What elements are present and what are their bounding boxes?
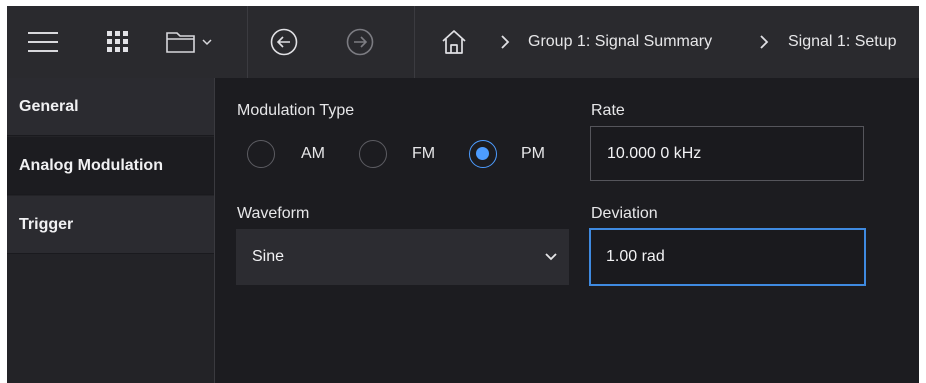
radio-am-label[interactable]: AM [301, 145, 325, 163]
breadcrumb-chevron-icon [500, 6, 510, 78]
toolbar-divider [414, 6, 415, 78]
menu-icon[interactable] [23, 6, 63, 78]
chevron-down-icon [545, 248, 557, 266]
breadcrumb-item[interactable]: Signal 1: Setup [788, 6, 897, 78]
waveform-label: Waveform [237, 205, 310, 222]
radio-pm[interactable] [469, 140, 497, 168]
back-arrow-icon[interactable] [267, 6, 301, 78]
deviation-label: Deviation [591, 205, 658, 222]
modulation-type-label: Modulation Type [237, 102, 355, 119]
radio-fm-label[interactable]: FM [412, 145, 435, 163]
radio-fm[interactable] [359, 140, 387, 168]
waveform-select[interactable]: Sine [236, 229, 569, 285]
sidebar: General Analog Modulation Trigger [7, 78, 215, 383]
radio-pm-label[interactable]: PM [521, 145, 545, 163]
sidebar-item-trigger[interactable]: Trigger [7, 196, 214, 254]
deviation-input[interactable]: 1.00 rad [589, 228, 866, 286]
app-window: Group 1: Signal Summary Signal 1: Setup … [7, 6, 919, 383]
toolbar-divider [247, 6, 248, 78]
top-toolbar: Group 1: Signal Summary Signal 1: Setup [7, 6, 919, 78]
folder-icon[interactable] [165, 6, 197, 78]
forward-arrow-icon[interactable] [343, 6, 377, 78]
radio-am[interactable] [247, 140, 275, 168]
sidebar-item-analog-modulation[interactable]: Analog Modulation [7, 137, 214, 195]
sidebar-item-general[interactable]: General [7, 78, 214, 136]
home-icon[interactable] [437, 6, 471, 78]
rate-input[interactable]: 10.000 0 kHz [590, 126, 864, 181]
chevron-down-icon[interactable] [199, 6, 215, 78]
breadcrumb-item[interactable]: Group 1: Signal Summary [528, 6, 712, 78]
breadcrumb-chevron-icon [759, 6, 769, 78]
rate-label: Rate [591, 102, 625, 119]
grid-apps-icon[interactable] [101, 6, 135, 78]
waveform-value: Sine [252, 248, 285, 265]
